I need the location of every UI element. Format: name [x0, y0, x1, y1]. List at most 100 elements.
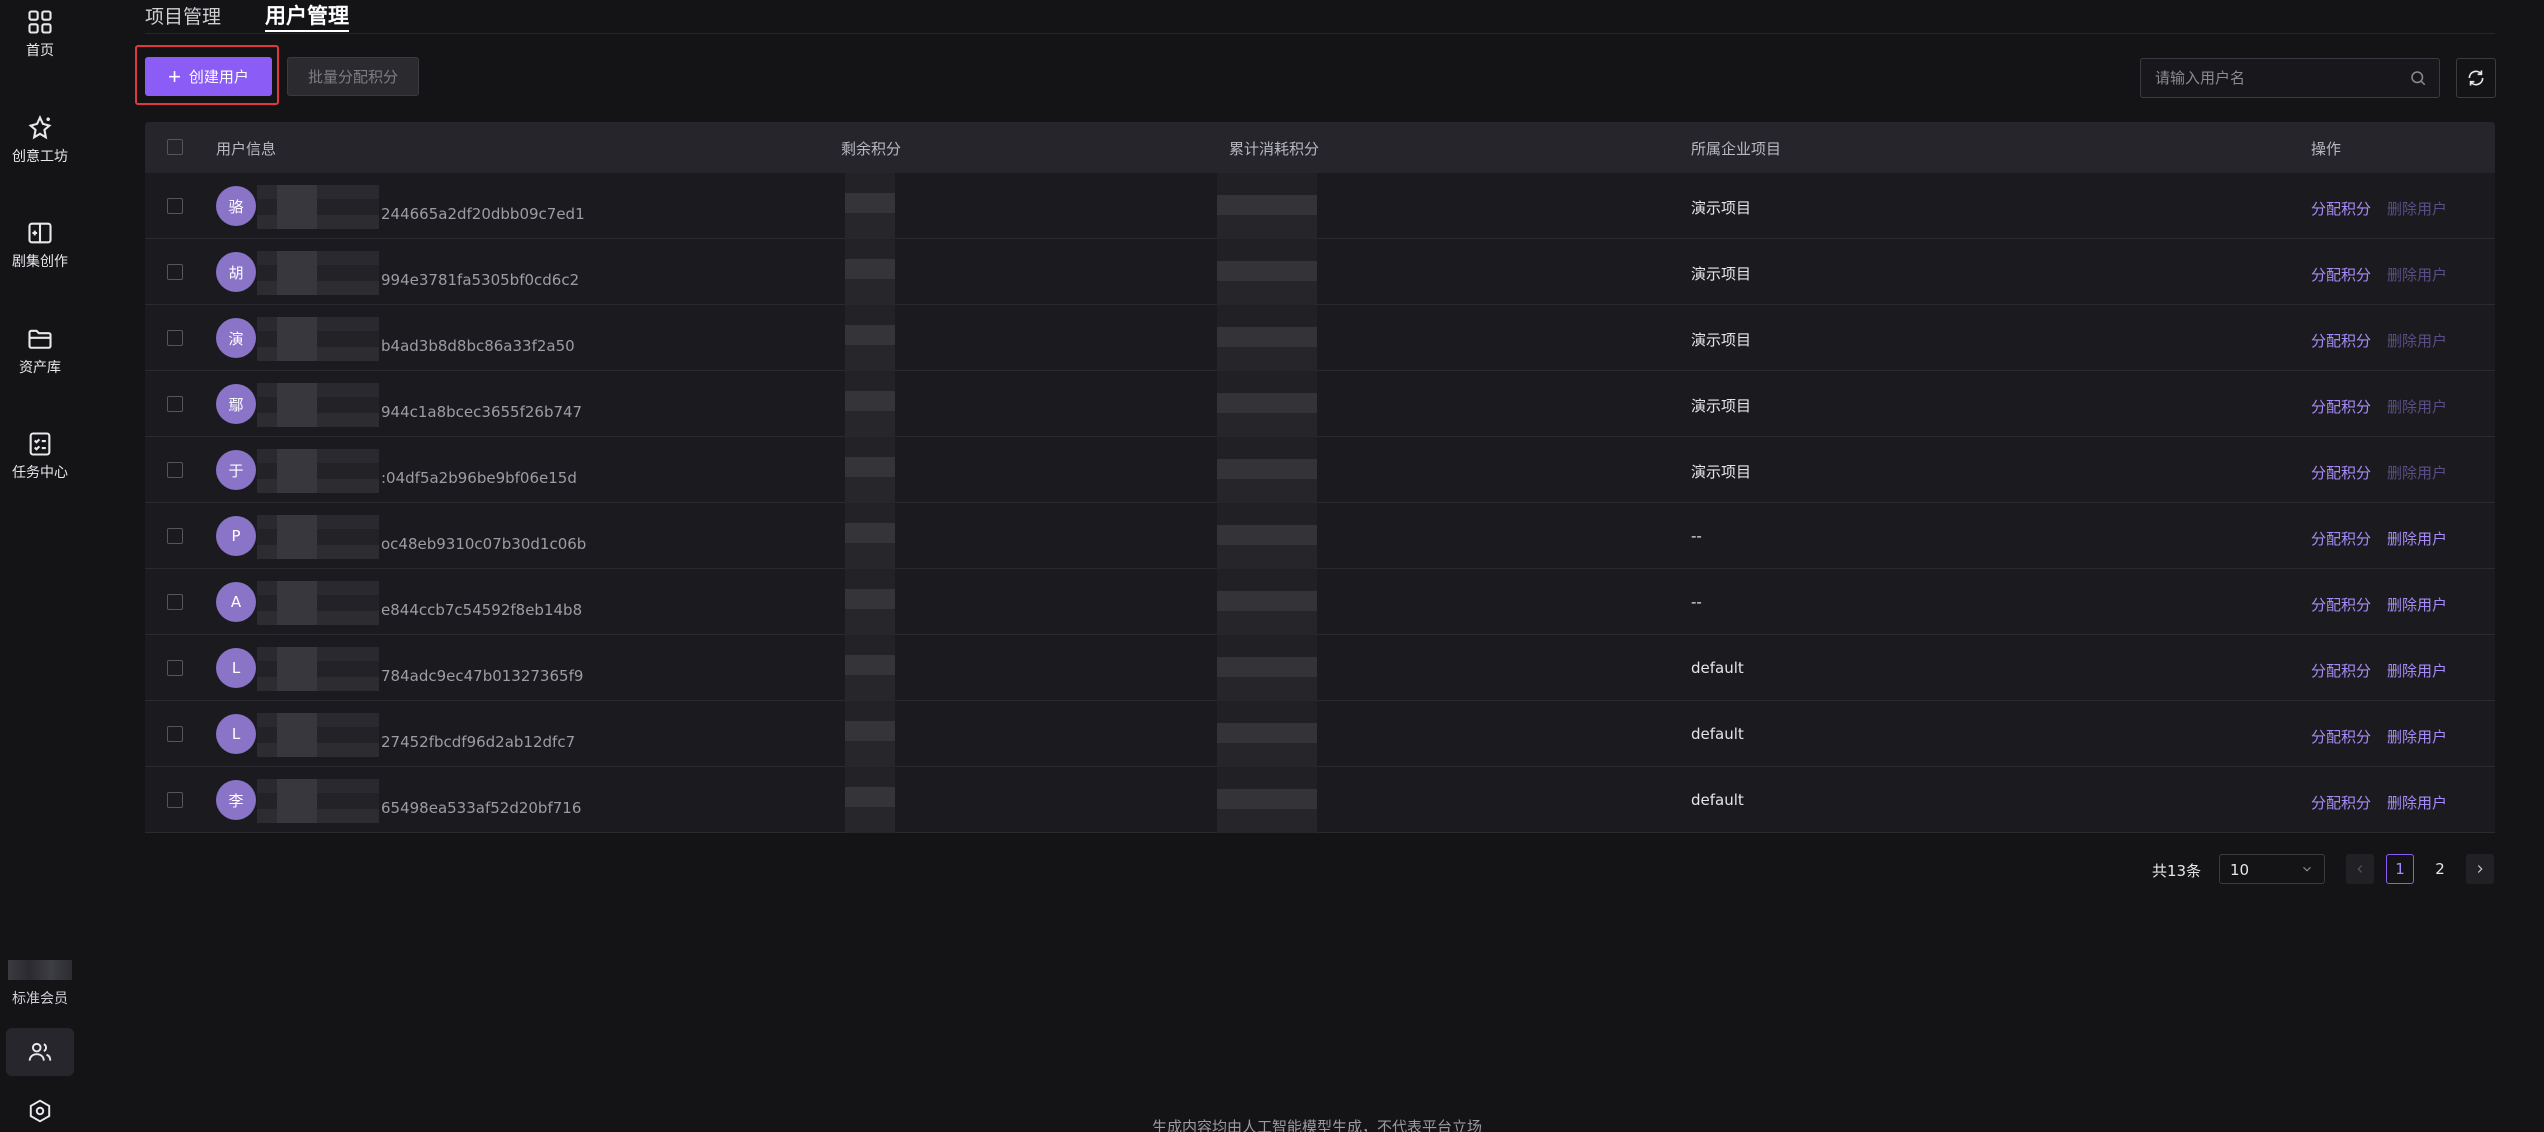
delete-user-link[interactable]: 删除用户 [2387, 594, 2447, 615]
column-header-enterprise-project: 所属企业项目 [1691, 140, 1782, 158]
delete-user-link[interactable]: 删除用户 [2387, 726, 2447, 747]
page-1-button[interactable]: 1 [2386, 854, 2414, 884]
assign-points-link[interactable]: 分配积分 [2311, 792, 2371, 813]
page-2-button[interactable]: 2 [2426, 854, 2454, 884]
sidebar-item-task-center[interactable]: 任务中心 [0, 430, 80, 500]
avatar: 鄢 [216, 384, 256, 424]
blurred-user-name [257, 713, 379, 757]
user-management-button[interactable] [6, 1028, 74, 1076]
sidebar-item-creative-workshop[interactable]: 创意工坊 [0, 114, 80, 184]
page-size-select[interactable]: 10 [2219, 854, 2325, 884]
blurred-remaining-points [845, 239, 895, 305]
user-id: 784adc9ec47b01327365f9 [381, 667, 584, 685]
delete-user-link[interactable]: 删除用户 [2387, 528, 2447, 549]
table-row: 胡 994e3781fa5305bf0cd6c2 演示项目 分配积分 删除用户 [145, 239, 2495, 305]
tab-project-management[interactable]: 项目管理 [145, 2, 221, 34]
blurred-consumed-points [1217, 371, 1317, 437]
assign-points-link[interactable]: 分配积分 [2311, 528, 2371, 549]
page-size-value: 10 [2230, 861, 2250, 879]
table-header: 用户信息 剩余积分 累计消耗积分 所属企业项目 操作 [145, 122, 2495, 173]
assign-points-link[interactable]: 分配积分 [2311, 462, 2371, 483]
blurred-consumed-points [1217, 767, 1317, 833]
prev-page-button[interactable] [2346, 854, 2374, 884]
sidebar-item-label: 创意工坊 [12, 149, 68, 165]
membership-info: 标准会员 [0, 960, 80, 1008]
search-box [2140, 58, 2440, 98]
blurred-user-name [257, 647, 379, 691]
blurred-remaining-points [845, 305, 895, 371]
chevron-left-icon [2357, 865, 2363, 873]
row-checkbox[interactable] [167, 792, 183, 808]
table-row: L 27452fbcdf96d2ab12dfc7 default 分配积分 删除用户 [145, 701, 2495, 767]
enterprise-project: 演示项目 [1691, 397, 1752, 415]
table-row: L 784adc9ec47b01327365f9 default 分配积分 删除用户 [145, 635, 2495, 701]
refresh-button[interactable] [2456, 58, 2496, 98]
create-user-label: 创建用户 [188, 69, 249, 86]
avatar: 于 [216, 450, 256, 490]
row-checkbox[interactable] [167, 198, 183, 214]
assign-points-link[interactable]: 分配积分 [2311, 198, 2371, 219]
assign-points-link[interactable]: 分配积分 [2311, 264, 2371, 285]
table-body: 骆 244665a2df20dbb09c7ed1 演示项目 分配积分 删除用户胡 994e… [145, 173, 2495, 833]
assign-points-link[interactable]: 分配积分 [2311, 594, 2371, 615]
pagination: 共13条 10 1 2 [0, 854, 2544, 884]
row-checkbox[interactable] [167, 330, 183, 346]
row-checkbox[interactable] [167, 660, 183, 676]
assign-points-link[interactable]: 分配积分 [2311, 396, 2371, 417]
table-row: Ae844ccb7c54592f8eb14b8 -- 分配积分 删除用户 [145, 569, 2495, 635]
delete-user-link[interactable]: 删除用户 [2387, 792, 2447, 813]
blurred-consumed-points [1217, 635, 1317, 701]
blurred-consumed-points [1217, 569, 1317, 635]
blurred-user-name [257, 383, 379, 427]
search-input[interactable] [2155, 59, 2395, 97]
sidebar-item-asset-library[interactable]: 资产库 [0, 325, 80, 395]
tab-user-management[interactable]: 用户管理 [265, 0, 349, 32]
assign-points-link[interactable]: 分配积分 [2311, 330, 2371, 351]
sidebar-item-label: 资产库 [19, 360, 61, 376]
sparkle-star-icon [28, 114, 52, 140]
delete-user-link[interactable]: 删除用户 [2387, 264, 2447, 285]
next-page-button[interactable] [2466, 854, 2494, 884]
delete-user-link[interactable]: 删除用户 [2387, 660, 2447, 681]
assign-points-link[interactable]: 分配积分 [2311, 726, 2371, 747]
row-checkbox[interactable] [167, 594, 183, 610]
delete-user-link[interactable]: 删除用户 [2387, 198, 2447, 219]
row-checkbox[interactable] [167, 726, 183, 742]
blurred-remaining-points [845, 437, 895, 503]
sidebar-item-series-creation[interactable]: 剧集创作 [0, 219, 80, 289]
blurred-user-name [257, 185, 379, 229]
sidebar-item-home[interactable]: 首页 [0, 8, 80, 78]
table-row: Poc48eb9310c07b30d1c06b -- 分配积分 删除用户 [145, 503, 2495, 569]
blurred-remaining-points [845, 701, 895, 767]
column-header-remaining-points: 剩余积分 [841, 140, 902, 158]
user-id: oc48eb9310c07b30d1c06b [381, 535, 587, 553]
select-all-checkbox[interactable] [167, 139, 183, 155]
blurred-consumed-points [1217, 305, 1317, 371]
delete-user-link[interactable]: 删除用户 [2387, 330, 2447, 351]
search-icon[interactable] [2409, 69, 2427, 87]
enterprise-project: default [1691, 791, 1744, 809]
avatar: A [216, 582, 256, 622]
users-icon [28, 1042, 52, 1061]
user-id: 944c1a8bcec3655f26b747 [381, 403, 583, 421]
assign-points-link[interactable]: 分配积分 [2311, 660, 2371, 681]
blurred-remaining-points [845, 635, 895, 701]
row-checkbox[interactable] [167, 264, 183, 280]
delete-user-link[interactable]: 删除用户 [2387, 462, 2447, 483]
blurred-remaining-points [845, 767, 895, 833]
create-user-button[interactable]: + 创建用户 [145, 57, 272, 96]
batch-assign-points-button[interactable]: 批量分配积分 [287, 57, 419, 96]
column-header-total-consumed-points: 累计消耗积分 [1229, 140, 1320, 158]
row-checkbox[interactable] [167, 528, 183, 544]
blurred-user-name [257, 251, 379, 295]
delete-user-link[interactable]: 删除用户 [2387, 396, 2447, 417]
blurred-user-name [257, 515, 379, 559]
table-row: 鄢 944c1a8bcec3655f26b747 演示项目 分配积分 删除用户 [145, 371, 2495, 437]
row-checkbox[interactable] [167, 396, 183, 412]
sidebar-item-label: 剧集创作 [12, 254, 68, 270]
chevron-right-icon [2477, 865, 2483, 873]
sidebar: 首页 创意工坊 剧集创作 资产库 任务中心 标准会员 [0, 0, 80, 1132]
blurred-remaining-points [845, 371, 895, 437]
row-checkbox[interactable] [167, 462, 183, 478]
enterprise-project: default [1691, 659, 1744, 677]
